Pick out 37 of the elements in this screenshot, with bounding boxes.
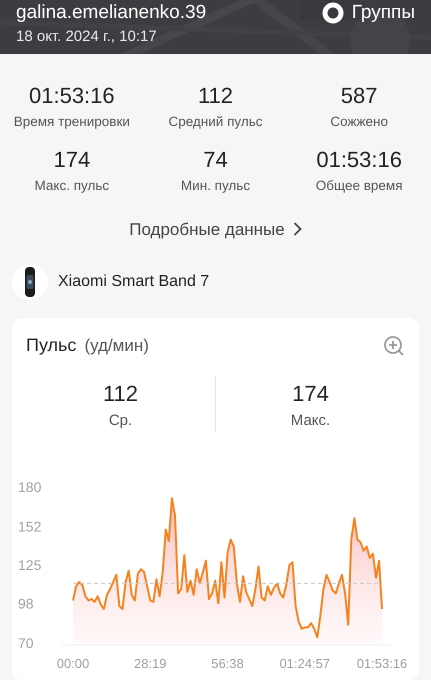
workout-date: 18 окт. 2024 г., 10:17 — [16, 28, 158, 46]
x-axis-label: 01:53:16 — [356, 656, 408, 668]
stat-label: Общее время — [316, 177, 403, 196]
device-name: Xiaomi Smart Band 7 — [58, 272, 210, 292]
y-axis-label: 98 — [18, 594, 34, 611]
zoom-in-button[interactable] — [383, 334, 405, 356]
y-axis-label: 152 — [18, 518, 42, 534]
y-axis-label: 125 — [18, 556, 42, 572]
x-axis-label: 56:38 — [211, 656, 244, 668]
details-link[interactable]: Подробные данные — [129, 216, 302, 242]
card-title: Пульс — [26, 334, 76, 357]
y-axis-label: 180 — [18, 478, 42, 494]
stat-value: 112 — [198, 82, 234, 110]
stat-value: 01:53:16 — [29, 82, 115, 110]
stat-value: 587 — [340, 82, 378, 110]
x-axis-label: 00:00 — [56, 656, 90, 668]
stat-value: 01:53:16 — [316, 146, 402, 174]
username: galina.emelianenko.39 — [16, 2, 206, 24]
stat-label: Время тренировки — [14, 113, 130, 131]
y-axis-label: 70 — [18, 634, 34, 650]
summary-label: Макс. — [290, 411, 330, 431]
stat-label: Средний пульс — [168, 113, 263, 131]
chevron-right-icon — [292, 222, 302, 236]
stat-label: Макс. пульс — [34, 177, 110, 196]
summary-label: Ср. — [108, 411, 132, 431]
stat-value: 174 — [53, 146, 90, 174]
ring-icon — [322, 2, 344, 24]
stat-label: Сожжено — [330, 113, 388, 131]
groups-button[interactable]: Группы — [322, 2, 415, 24]
card-unit: (уд/мин) — [84, 335, 149, 357]
x-axis-label: 01:24:57 — [279, 656, 330, 668]
stat-label: Мин. пульс — [180, 177, 250, 196]
summary-value: 174 — [292, 380, 329, 408]
summary-value: 112 — [102, 380, 138, 408]
x-axis-label: 28:19 — [134, 656, 167, 668]
fitness-band-icon — [12, 264, 48, 300]
stat-value: 74 — [203, 146, 228, 174]
